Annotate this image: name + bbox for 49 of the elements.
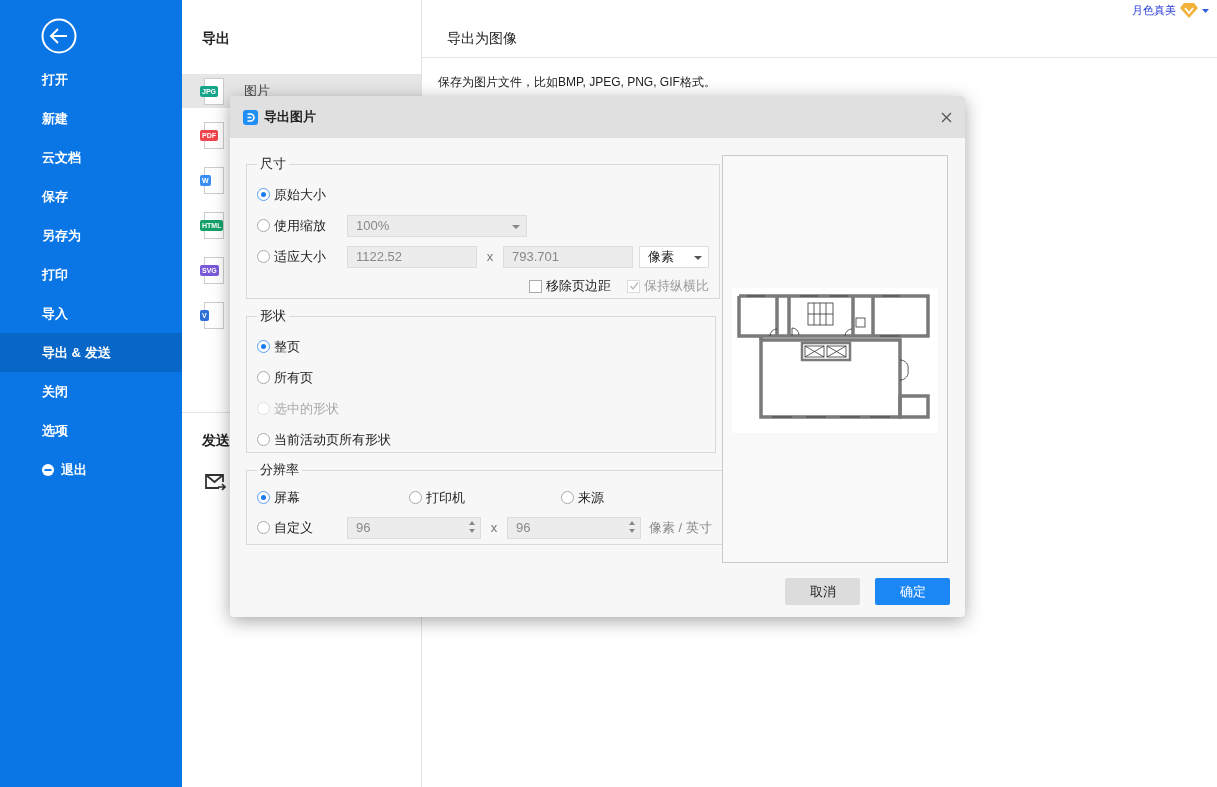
- description-text: 保存为图片文件，比如BMP, JPEG, PNG, GIF格式。: [438, 74, 717, 91]
- sidebar-item[interactable]: 导出 & 发送: [0, 333, 182, 372]
- radio-option[interactable]: 当前活动页所有形状: [257, 430, 391, 449]
- radio-option[interactable]: 屏幕: [257, 488, 347, 507]
- dialog-title: 导出图片: [264, 108, 317, 126]
- check-icon: [628, 281, 639, 291]
- group-title: 分辨率: [259, 461, 300, 479]
- radio-option[interactable]: 适应大小: [257, 247, 347, 266]
- confirm-button[interactable]: 确定: [875, 578, 950, 605]
- section-title: 发送: [201, 431, 230, 450]
- sidebar-item[interactable]: 选项: [0, 411, 182, 450]
- sidebar-item[interactable]: 新建: [0, 99, 182, 138]
- sidebar-item[interactable]: 云文档: [0, 138, 182, 177]
- dpi-y-spinner[interactable]: 96: [507, 516, 641, 539]
- caret-icon[interactable]: [1202, 8, 1209, 13]
- user-name[interactable]: 月色真美: [1132, 3, 1176, 18]
- unit-dropdown[interactable]: 像素: [639, 245, 709, 268]
- minus-circle-icon: [42, 463, 54, 476]
- sidebar-item[interactable]: 导入: [0, 294, 182, 333]
- app-logo-icon: [243, 109, 258, 125]
- close-icon[interactable]: [941, 111, 952, 123]
- cancel-button[interactable]: 取消: [785, 578, 860, 605]
- radio-option[interactable]: 整页: [257, 337, 300, 356]
- radio-option[interactable]: 使用缩放: [257, 216, 347, 235]
- times-sign: x: [489, 520, 499, 535]
- dpi-x-spinner[interactable]: 96: [347, 516, 481, 539]
- section-title: 导出: [201, 29, 230, 48]
- sidebar-item[interactable]: 保存: [0, 177, 182, 216]
- sidebar-item[interactable]: 打开: [0, 60, 182, 99]
- unit-label: 像素 / 英寸: [649, 518, 712, 537]
- sidebar-item[interactable]: 关闭: [0, 372, 182, 411]
- checkbox-option[interactable]: 移除页边距: [529, 277, 611, 295]
- scale-dropdown[interactable]: 100%: [347, 214, 527, 237]
- sidebar-item[interactable]: 打印: [0, 255, 182, 294]
- panel-title: 导出为图像: [447, 30, 518, 48]
- diamond-badge-icon: [1180, 3, 1198, 18]
- width-field[interactable]: 1122.52: [347, 245, 477, 268]
- radio-option[interactable]: 自定义: [257, 518, 347, 537]
- mail-icon[interactable]: [204, 473, 226, 491]
- sidebar-item[interactable]: 退出: [0, 450, 182, 489]
- radio-option[interactable]: 打印机: [409, 488, 499, 507]
- group-title: 尺寸: [259, 155, 287, 173]
- sidebar-item[interactable]: 另存为: [0, 216, 182, 255]
- height-field[interactable]: 793.701: [503, 245, 633, 268]
- radio-option[interactable]: 来源: [561, 488, 651, 507]
- radio-option[interactable]: 原始大小: [257, 185, 347, 204]
- group-title: 形状: [259, 307, 287, 325]
- times-sign: x: [485, 249, 495, 264]
- radio-option[interactable]: 所有页: [257, 368, 313, 387]
